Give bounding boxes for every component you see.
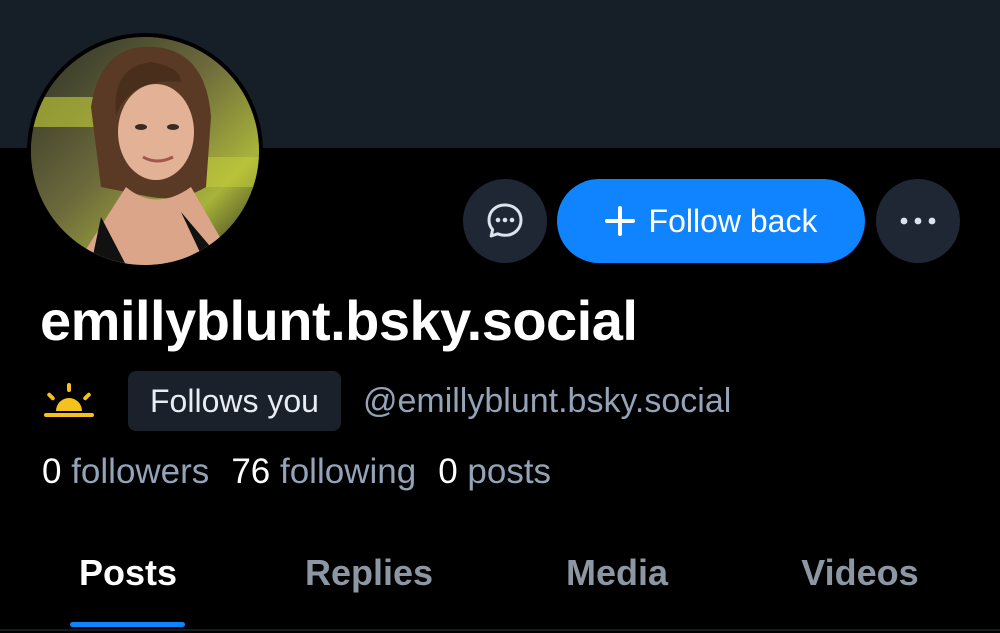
- plus-icon: [604, 206, 635, 236]
- posts-count: 0: [438, 452, 458, 491]
- following-stat[interactable]: 76 following: [231, 452, 416, 492]
- active-tab-indicator: [70, 622, 185, 627]
- posts-stat: 0 posts: [438, 452, 551, 492]
- following-label: following: [279, 452, 417, 491]
- follows-you-badge: Follows you: [128, 371, 341, 431]
- chat-bubble-icon: [487, 203, 523, 238]
- profile-display-name: emillyblunt.bsky.social: [40, 289, 638, 352]
- posts-label: posts: [467, 452, 552, 491]
- followers-stat[interactable]: 0 followers: [42, 452, 209, 492]
- follow-back-button[interactable]: Follow back: [557, 179, 865, 263]
- profile-stats: 0 followers 76 following 0 posts: [42, 452, 573, 492]
- sunrise-icon: [44, 383, 94, 417]
- profile-handle[interactable]: @emillyblunt.bsky.social: [363, 382, 731, 421]
- profile-tabs: Posts Replies Media Videos: [0, 538, 1000, 633]
- followers-count: 0: [42, 452, 62, 491]
- tab-videos[interactable]: Videos: [790, 538, 930, 608]
- follow-back-label: Follow back: [648, 202, 818, 239]
- tabs-divider: [0, 629, 1000, 631]
- tab-replies[interactable]: Replies: [294, 538, 444, 608]
- following-count: 76: [231, 452, 271, 491]
- followers-label: followers: [71, 452, 210, 491]
- tab-media[interactable]: Media: [555, 538, 679, 608]
- more-horizontal-icon: [900, 217, 936, 225]
- message-button[interactable]: [463, 179, 547, 263]
- profile-actions: Follow back: [0, 179, 1000, 263]
- tab-posts[interactable]: Posts: [70, 538, 186, 608]
- more-options-button[interactable]: [876, 179, 960, 263]
- profile-meta-row: Follows you @emillyblunt.bsky.social: [40, 370, 731, 432]
